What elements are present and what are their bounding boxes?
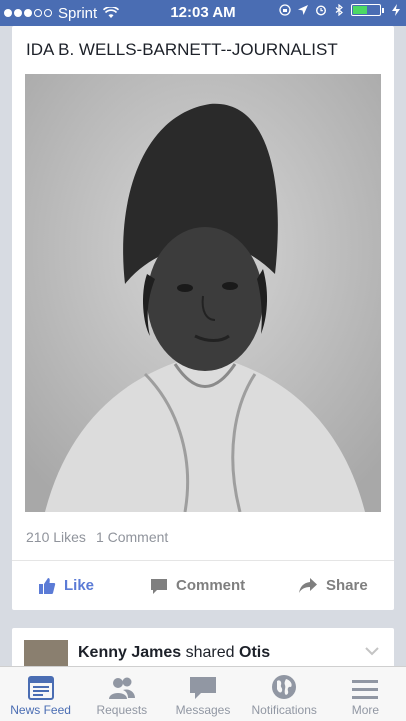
rotation-lock-icon — [279, 4, 291, 16]
thumbs-up-icon — [39, 577, 56, 594]
tab-news-feed[interactable]: News Feed — [0, 667, 81, 721]
shared-target[interactable]: Otis — [239, 644, 270, 661]
tab-more[interactable]: More — [325, 667, 406, 721]
comment-button[interactable]: Comment — [150, 577, 245, 595]
avatar[interactable] — [24, 640, 68, 668]
share-icon — [299, 577, 317, 593]
tab-label: More — [351, 703, 380, 717]
tab-requests[interactable]: Requests — [81, 667, 162, 721]
charging-icon — [392, 4, 400, 16]
next-post-header: Kenny James shared Otis — [78, 644, 270, 662]
tab-label: Notifications — [251, 703, 317, 717]
likes-count[interactable]: 210 Likes — [26, 529, 86, 545]
comments-count[interactable]: 1 Comment — [96, 529, 168, 545]
comment-label: Comment — [176, 577, 246, 594]
comment-icon — [151, 578, 167, 594]
bluetooth-icon — [335, 4, 343, 16]
next-post-card[interactable]: Kenny James shared Otis — [12, 628, 394, 668]
portrait-illustration — [25, 74, 381, 512]
author-name[interactable]: Kenny James — [78, 644, 181, 661]
globe-icon — [272, 675, 297, 699]
share-label: Share — [326, 577, 368, 594]
share-button[interactable]: Share — [298, 577, 368, 595]
tab-messages[interactable]: Messages — [162, 667, 243, 721]
alarm-icon — [315, 5, 327, 16]
post-stats: 210 Likes 1 Comment — [26, 529, 168, 545]
location-icon — [298, 5, 308, 15]
menu-icon — [352, 680, 379, 699]
battery-icon — [351, 4, 381, 16]
post-photo[interactable] — [25, 74, 381, 512]
post-card: IDA B. WELLS-BARNETT--JOURNALIST 210 Lik… — [12, 26, 394, 610]
requests-icon — [108, 677, 135, 699]
tab-bar: News Feed Requests Messages Notification… — [0, 666, 406, 721]
post-title[interactable]: IDA B. WELLS-BARNETT--JOURNALIST — [26, 40, 338, 60]
news-feed-icon — [27, 676, 54, 700]
post-actions: Like Comment Share — [12, 561, 394, 610]
status-bar: Sprint 12:03 AM — [0, 0, 406, 26]
shared-verb: shared — [185, 644, 235, 661]
messages-icon — [190, 677, 216, 699]
tab-label: News Feed — [10, 703, 71, 717]
like-label: Like — [64, 577, 95, 594]
battery-tip — [382, 7, 384, 13]
chevron-down-icon[interactable] — [364, 646, 380, 656]
tab-notifications[interactable]: Notifications — [244, 667, 325, 721]
tab-label: Requests — [96, 703, 148, 717]
tab-label: Messages — [175, 703, 231, 717]
like-button[interactable]: Like — [38, 577, 94, 595]
